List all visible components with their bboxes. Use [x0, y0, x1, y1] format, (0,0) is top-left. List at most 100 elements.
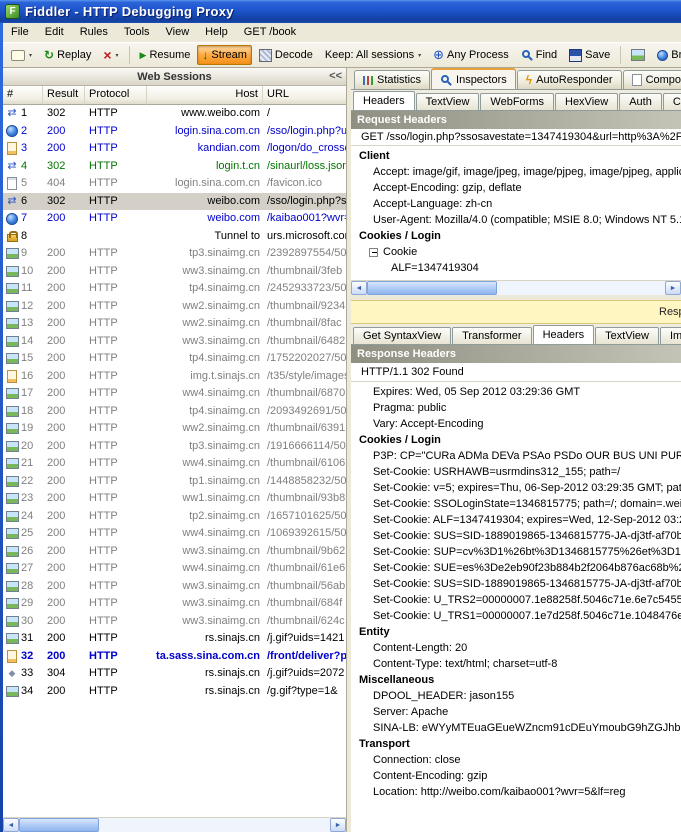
- tab-inspectors[interactable]: Inspectors: [431, 68, 516, 90]
- session-row-26[interactable]: 26200HTTPww3.sinaimg.cn/thumbnail/9b62: [3, 543, 346, 561]
- remove-sessions-button[interactable]: ▾: [98, 47, 123, 63]
- session-row-17[interactable]: 17200HTTPww4.sinaimg.cn/thumbnail/6870: [3, 385, 346, 403]
- tab-statistics[interactable]: Statistics: [354, 70, 430, 89]
- request-hscrollbar[interactable]: ◄ ►: [351, 280, 681, 295]
- header-item: Set-Cookie: SUS=SID-1889019865-134681577…: [351, 528, 681, 544]
- menu-file[interactable]: File: [3, 23, 37, 42]
- scroll-track[interactable]: [367, 281, 665, 295]
- session-row-21[interactable]: 21200HTTPww4.sinaimg.cn/thumbnail/6106: [3, 455, 346, 473]
- column-header-[interactable]: #: [3, 86, 43, 105]
- session-number: 21: [19, 455, 33, 473]
- image-icon: [5, 300, 19, 313]
- decode-button[interactable]: Decode: [254, 46, 318, 65]
- scroll-right-button[interactable]: ►: [330, 818, 346, 832]
- session-row-4[interactable]: 4302HTTPlogin.t.cn/sinaurl/loss.json?: [3, 158, 346, 176]
- encoding-warning-bar[interactable]: Response is encoded and may need to be d…: [351, 300, 681, 324]
- tab-autoresponder[interactable]: AutoResponder: [517, 70, 622, 89]
- response-tab-get-syntaxview[interactable]: Get SyntaxView: [353, 327, 451, 344]
- session-host: weibo.com: [147, 193, 263, 211]
- session-row-23[interactable]: 23200HTTPww1.sinaimg.cn/thumbnail/93b8: [3, 490, 346, 508]
- session-row-12[interactable]: 12200HTTPww2.sinaimg.cn/thumbnail/9234: [3, 298, 346, 316]
- any-process-button[interactable]: Any Process: [428, 44, 514, 66]
- request-tab-textview[interactable]: TextView: [416, 93, 480, 110]
- menu-help[interactable]: Help: [197, 23, 236, 42]
- session-row-18[interactable]: 18200HTTPtp4.sinaimg.cn/2093492691/50: [3, 403, 346, 421]
- collapse-box-icon[interactable]: [369, 248, 378, 257]
- request-tab-webforms[interactable]: WebForms: [480, 93, 554, 110]
- redirect-icon: [5, 107, 19, 120]
- session-row-20[interactable]: 20200HTTPtp3.sinaimg.cn/1916666114/50: [3, 438, 346, 456]
- session-row-16[interactable]: 16200HTTPimg.t.sinajs.cn/t35/style/image…: [3, 368, 346, 386]
- scroll-left-button[interactable]: ◄: [3, 818, 19, 832]
- sessions-hscrollbar[interactable]: ◄ ►: [3, 817, 346, 832]
- screenshot-button[interactable]: [626, 46, 650, 64]
- replay-button[interactable]: Replay: [39, 45, 96, 65]
- scroll-track[interactable]: [19, 818, 330, 832]
- resume-button[interactable]: Resume: [135, 46, 196, 64]
- chevron-down-icon: ▾: [116, 52, 119, 59]
- session-row-6[interactable]: 6302HTTPweibo.com/sso/login.php?ssosaves…: [3, 193, 346, 211]
- collapse-panel-button[interactable]: <<: [329, 70, 342, 82]
- session-row-13[interactable]: 13200HTTPww2.sinaimg.cn/thumbnail/8fac: [3, 315, 346, 333]
- request-tab-cookies[interactable]: Cookies: [663, 93, 681, 110]
- session-row-22[interactable]: 22200HTTPtp1.sinaimg.cn/1448858232/50: [3, 473, 346, 491]
- scroll-left-button[interactable]: ◄: [351, 281, 367, 295]
- column-header-url[interactable]: URL: [263, 86, 346, 105]
- menu-tools[interactable]: Tools: [116, 23, 158, 42]
- menu-view[interactable]: View: [158, 23, 198, 42]
- scroll-right-button[interactable]: ►: [665, 281, 681, 295]
- stream-button[interactable]: Stream: [197, 45, 251, 65]
- header-node-cookie[interactable]: Cookie: [351, 244, 681, 260]
- column-header-protocol[interactable]: Protocol: [85, 86, 147, 105]
- session-row-15[interactable]: 15200HTTPtp4.sinaimg.cn/1752202027/50: [3, 350, 346, 368]
- session-row-19[interactable]: 19200HTTPww2.sinaimg.cn/thumbnail/6391: [3, 420, 346, 438]
- session-row-3[interactable]: 3200HTTPkandian.com/logon/do_crossdomain: [3, 140, 346, 158]
- column-header-host[interactable]: Host: [147, 86, 263, 105]
- menu-edit[interactable]: Edit: [37, 23, 72, 42]
- session-number: 2: [19, 123, 27, 141]
- comment-button[interactable]: ▾: [6, 47, 37, 64]
- scroll-thumb[interactable]: [367, 281, 497, 295]
- session-number: 9: [19, 245, 27, 263]
- session-row-24[interactable]: 24200HTTPtp2.sinaimg.cn/1657101625/50: [3, 508, 346, 526]
- browse-button[interactable]: Browse: [652, 46, 681, 64]
- menu-rules[interactable]: Rules: [72, 23, 116, 42]
- session-row-1[interactable]: 1302HTTPwww.weibo.com/: [3, 105, 346, 123]
- column-header-result[interactable]: Result: [43, 86, 85, 105]
- header-item: SINA-LB: eWYyMTEuaGEueWZncm91cDEuYmoubG9…: [351, 720, 681, 736]
- tab-composer[interactable]: Composer: [623, 70, 681, 89]
- session-row-28[interactable]: 28200HTTPww3.sinaimg.cn/thumbnail/56ab: [3, 578, 346, 596]
- session-row-8[interactable]: 8Tunnel tours.microsoft.com:443: [3, 228, 346, 246]
- title-bar[interactable]: F Fiddler - HTTP Debugging Proxy: [0, 0, 681, 23]
- find-button[interactable]: Find: [516, 46, 562, 64]
- session-row-31[interactable]: 31200HTTPrs.sinajs.cn/j.gif?uids=1421: [3, 630, 346, 648]
- keep-sessions-button[interactable]: Keep: All sessions ▾: [320, 46, 426, 64]
- session-row-2[interactable]: 2200HTTPlogin.sina.com.cn/sso/login.php?…: [3, 123, 346, 141]
- session-row-10[interactable]: 10200HTTPww3.sinaimg.cn/thumbnail/3feb: [3, 263, 346, 281]
- session-row-5[interactable]: 5404HTTPlogin.sina.com.cn/favicon.ico: [3, 175, 346, 193]
- tab-label: Inspectors: [456, 74, 507, 86]
- session-row-33[interactable]: 33304HTTPrs.sinajs.cn/j.gif?uids=2072: [3, 665, 346, 683]
- session-row-7[interactable]: 7200HTTPweibo.com/kaibao001?wvr=5&lf=reg: [3, 210, 346, 228]
- session-row-9[interactable]: 9200HTTPtp3.sinaimg.cn/2392897554/50: [3, 245, 346, 263]
- menu-get-book[interactable]: GET /book: [236, 23, 304, 42]
- response-tab-textview[interactable]: TextView: [595, 327, 659, 344]
- request-tab-hexview[interactable]: HexView: [555, 93, 618, 110]
- session-row-25[interactable]: 25200HTTPww4.sinaimg.cn/1069392615/50: [3, 525, 346, 543]
- response-tab-imageview[interactable]: ImageView: [660, 327, 681, 344]
- response-tab-transformer[interactable]: Transformer: [452, 327, 532, 344]
- response-tab-headers[interactable]: Headers: [533, 325, 595, 345]
- session-row-32[interactable]: 32200HTTPta.sass.sina.com.cn/front/deliv…: [3, 648, 346, 666]
- request-tab-headers[interactable]: Headers: [353, 91, 415, 111]
- page-sm-icon: [632, 74, 642, 86]
- session-row-27[interactable]: 27200HTTPww4.sinaimg.cn/thumbnail/61e6: [3, 560, 346, 578]
- session-row-29[interactable]: 29200HTTPww3.sinaimg.cn/thumbnail/684f: [3, 595, 346, 613]
- session-row-14[interactable]: 14200HTTPww3.sinaimg.cn/thumbnail/6482: [3, 333, 346, 351]
- save-button[interactable]: Save: [564, 46, 615, 65]
- session-row-34[interactable]: 34200HTTPrs.sinajs.cn/g.gif?type=1&: [3, 683, 346, 701]
- scroll-thumb[interactable]: [19, 818, 99, 832]
- session-row-11[interactable]: 11200HTTPtp4.sinaimg.cn/2452933723/50: [3, 280, 346, 298]
- keep-sessions-label: Keep: All sessions: [325, 49, 414, 61]
- request-tab-auth[interactable]: Auth: [619, 93, 662, 110]
- session-row-30[interactable]: 30200HTTPww3.sinaimg.cn/thumbnail/624c: [3, 613, 346, 631]
